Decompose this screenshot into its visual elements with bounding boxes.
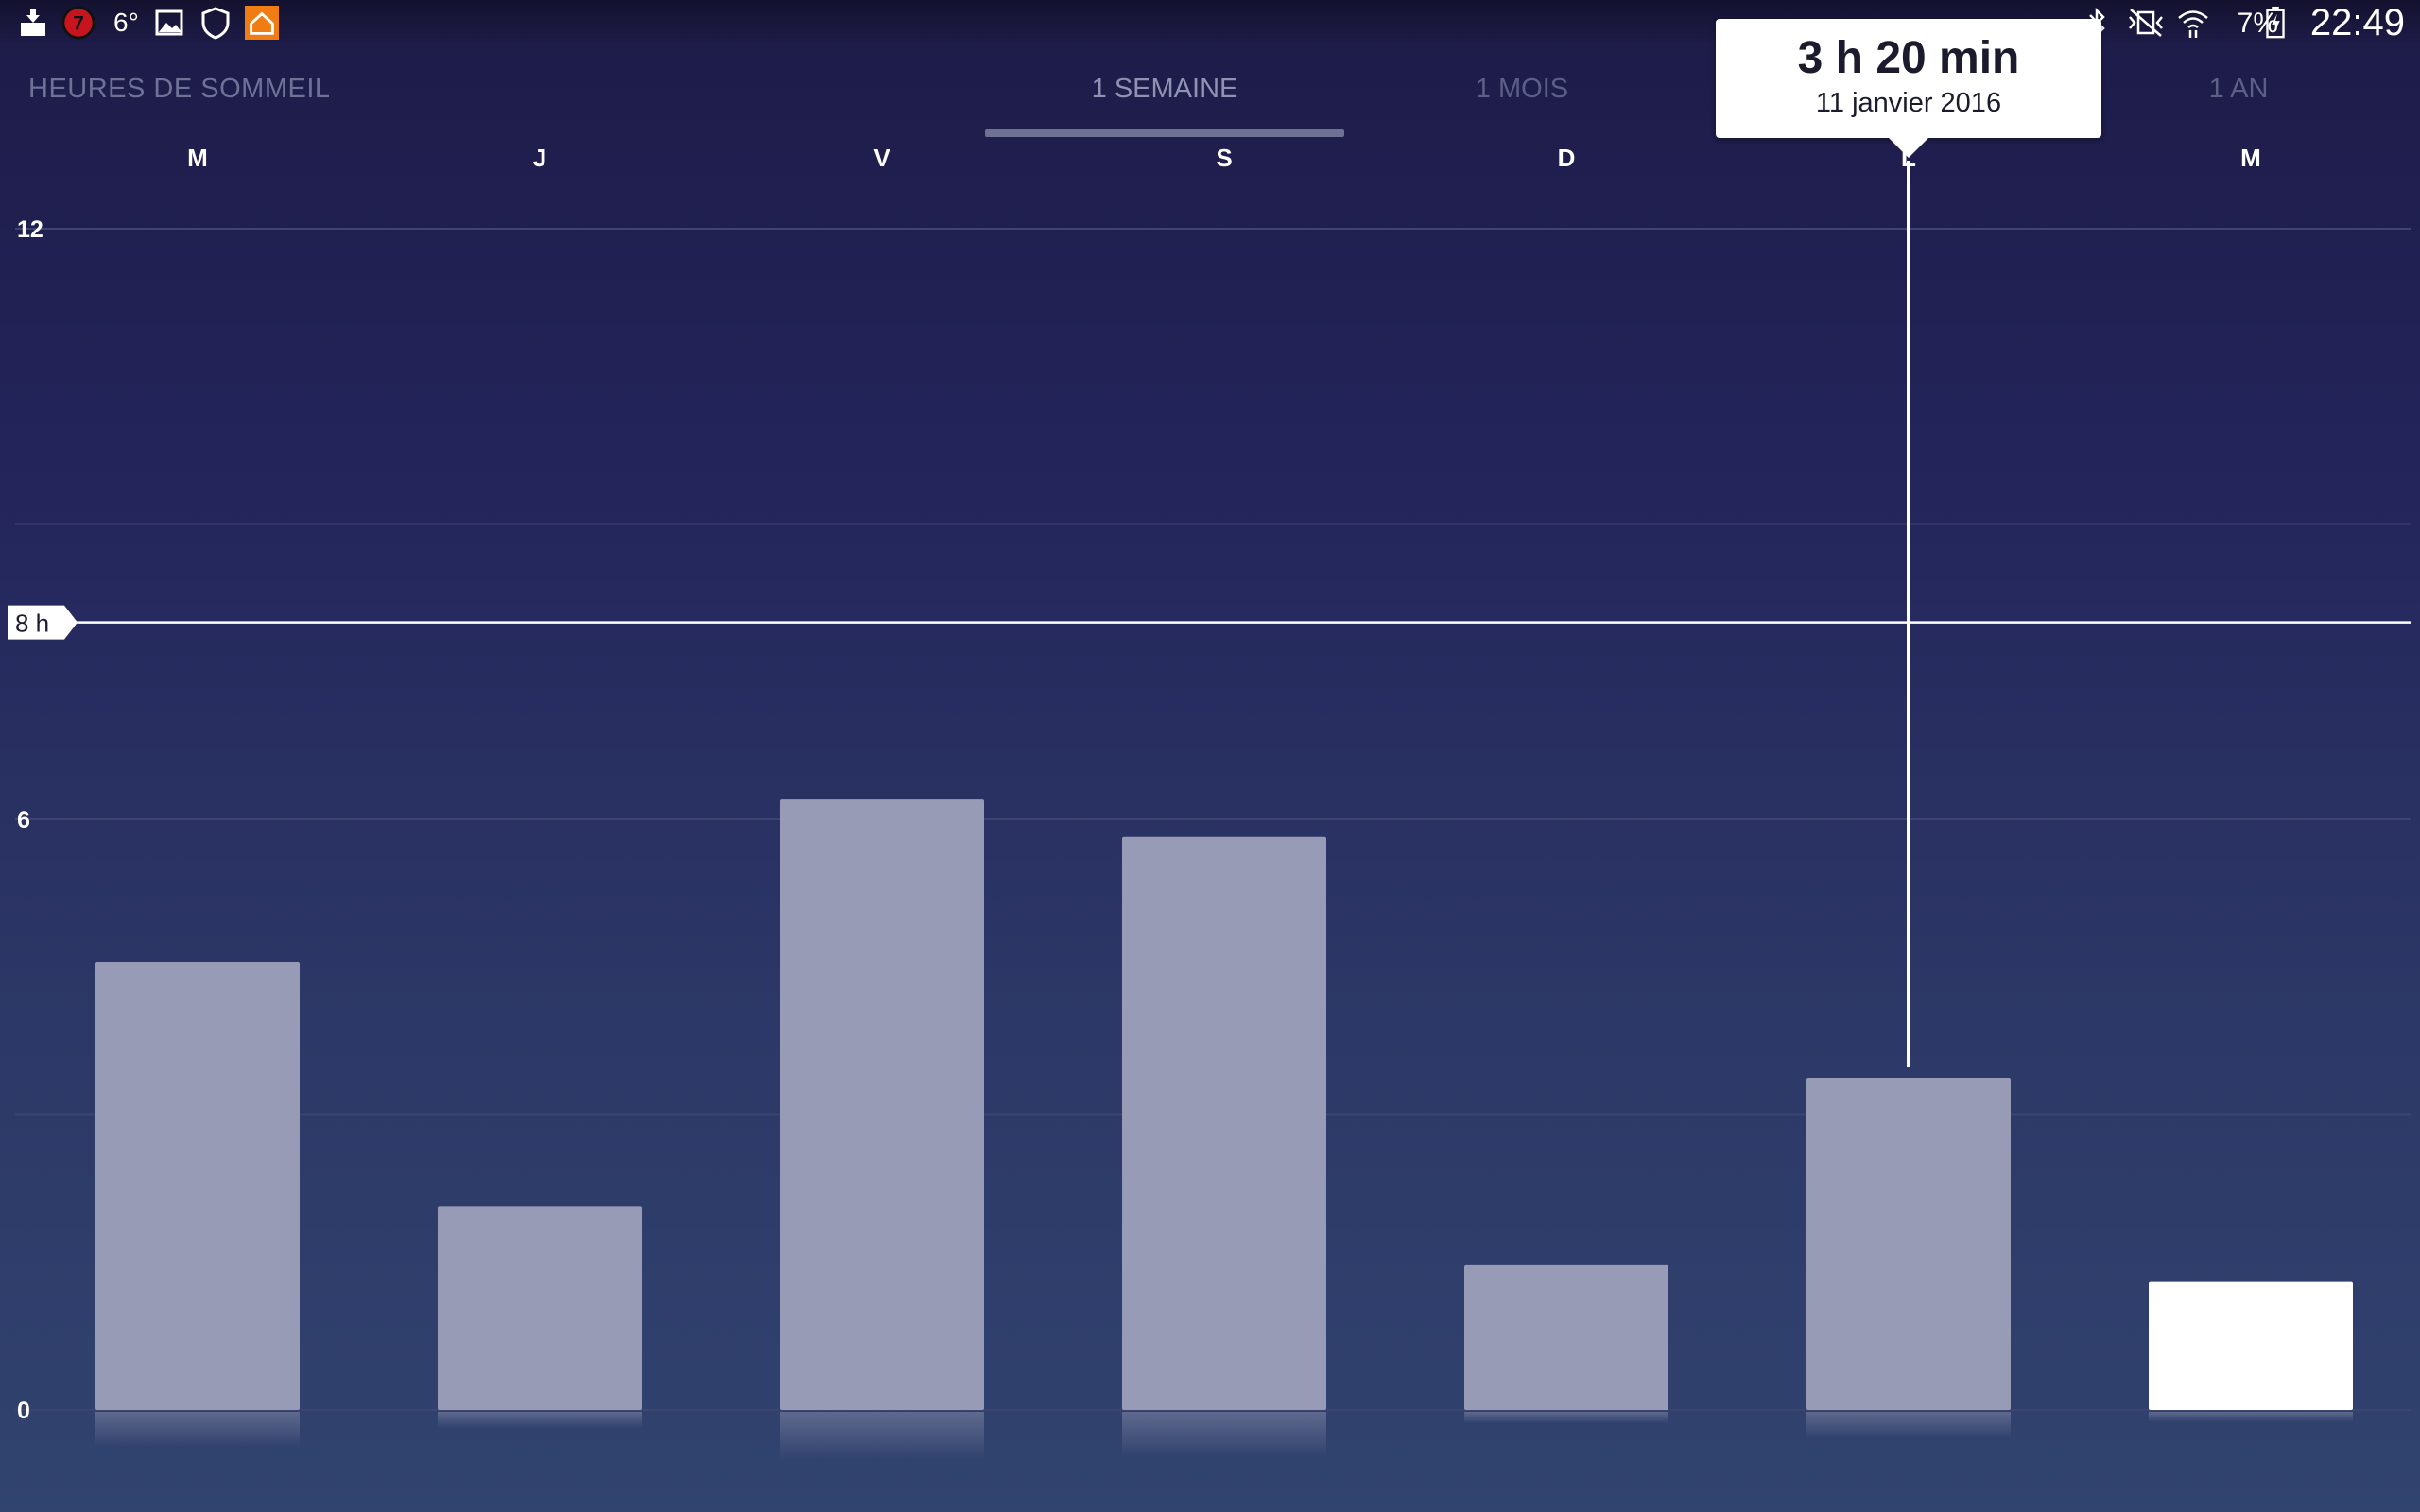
- tooltip: 3 h 20 min 11 janvier 2016: [1716, 19, 2101, 138]
- goal-label: 8 h: [15, 610, 49, 638]
- day-label: V: [873, 144, 890, 172]
- bar-reflection: [95, 1412, 300, 1448]
- tooltip-arrow: [1888, 137, 1929, 158]
- day-label: J: [533, 144, 546, 172]
- bar[interactable]: [1122, 836, 1326, 1410]
- bar-reflection: [1806, 1412, 2011, 1439]
- y-tick-label: 6: [17, 807, 30, 833]
- y-tick-label: 12: [17, 216, 43, 243]
- day-label: M: [2240, 144, 2261, 172]
- bar-reflection: [438, 1412, 642, 1429]
- bar[interactable]: [95, 962, 300, 1410]
- day-label: S: [1216, 144, 1232, 172]
- day-label: M: [187, 144, 208, 172]
- day-label: D: [1558, 144, 1576, 172]
- bar-reflection: [1122, 1412, 1326, 1458]
- y-tick-label: 0: [17, 1398, 30, 1424]
- bar[interactable]: [438, 1206, 642, 1410]
- bar-reflection: [2149, 1412, 2353, 1422]
- bar[interactable]: [2149, 1281, 2353, 1410]
- tooltip-value: 3 h 20 min: [1797, 33, 2020, 83]
- bar[interactable]: [1464, 1264, 1668, 1410]
- bar-reflection: [780, 1412, 984, 1461]
- bar-reflection: [1464, 1412, 1668, 1424]
- tooltip-date: 11 janvier 2016: [1815, 88, 2002, 118]
- sleep-chart: 1260 8 h MJVSDLM: [8, 144, 2411, 1461]
- bar[interactable]: [1806, 1077, 2011, 1410]
- bar[interactable]: [780, 799, 984, 1410]
